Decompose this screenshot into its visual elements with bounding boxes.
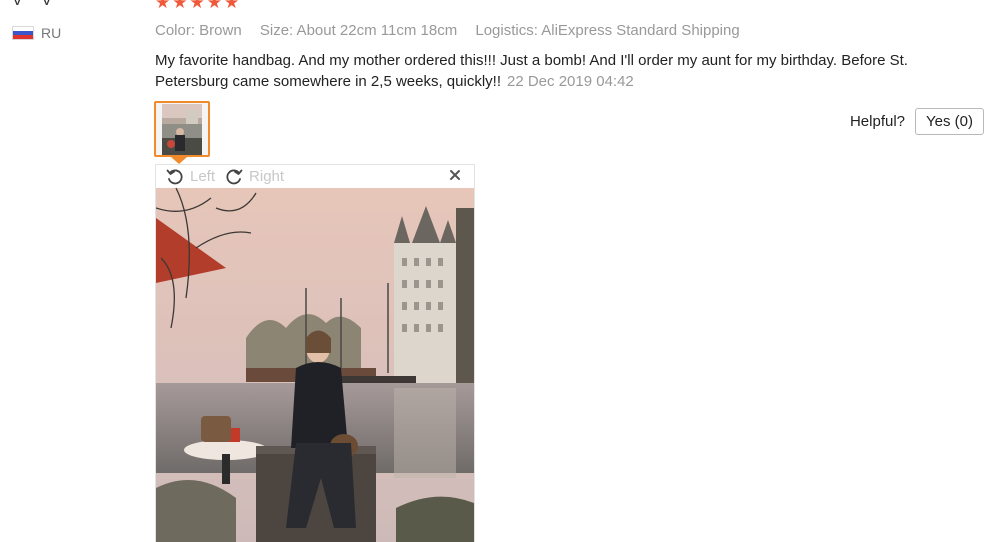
rotate-right-label: Right <box>249 168 285 185</box>
review-date: 22 Dec 2019 04:42 <box>507 73 634 90</box>
rotate-right-icon <box>226 169 243 184</box>
review-body: My favorite handbag. And my mother order… <box>155 50 955 92</box>
country-code: RU <box>41 25 62 41</box>
review-photo-large <box>156 188 474 542</box>
russia-flag-icon <box>12 26 34 40</box>
helpful-section: Helpful? Yes (0) <box>850 108 984 135</box>
rotate-left-label: Left <box>190 168 216 185</box>
color-attribute: Color: Brown <box>155 22 242 39</box>
rotate-left-icon <box>166 169 183 184</box>
logistics-attribute: Logistics: AliExpress Standard Shipping <box>475 22 740 39</box>
reviewer-country: RU <box>12 25 61 41</box>
thumbnail-pointer <box>171 157 187 164</box>
star-icon: ★ <box>206 0 222 12</box>
star-icon: ★ <box>155 0 171 12</box>
rotate-left-button[interactable]: Left <box>166 168 215 186</box>
close-icon[interactable] <box>448 168 462 182</box>
photo-viewer-toolbar: Left Right <box>156 165 474 188</box>
size-attribute: Size: About 22cm 11cm 18cm <box>259 22 458 39</box>
thumbnail-image <box>162 104 202 155</box>
star-icon: ★ <box>172 0 188 12</box>
helpful-yes-button[interactable]: Yes (0) <box>915 108 984 135</box>
rotate-right-button[interactable]: Right <box>225 168 284 186</box>
photo-viewer: Left Right <box>155 164 475 542</box>
reviewer-name: V***V <box>12 0 53 9</box>
star-icon: ★ <box>189 0 205 12</box>
star-icon: ★ <box>224 0 240 12</box>
star-rating: ★ ★ ★ ★ ★ <box>155 0 239 11</box>
helpful-label: Helpful? <box>849 113 906 130</box>
order-attributes: Color: Brown Size: About 22cm 11cm 18cm … <box>155 22 740 39</box>
review-photo-thumbnail[interactable] <box>154 101 210 157</box>
